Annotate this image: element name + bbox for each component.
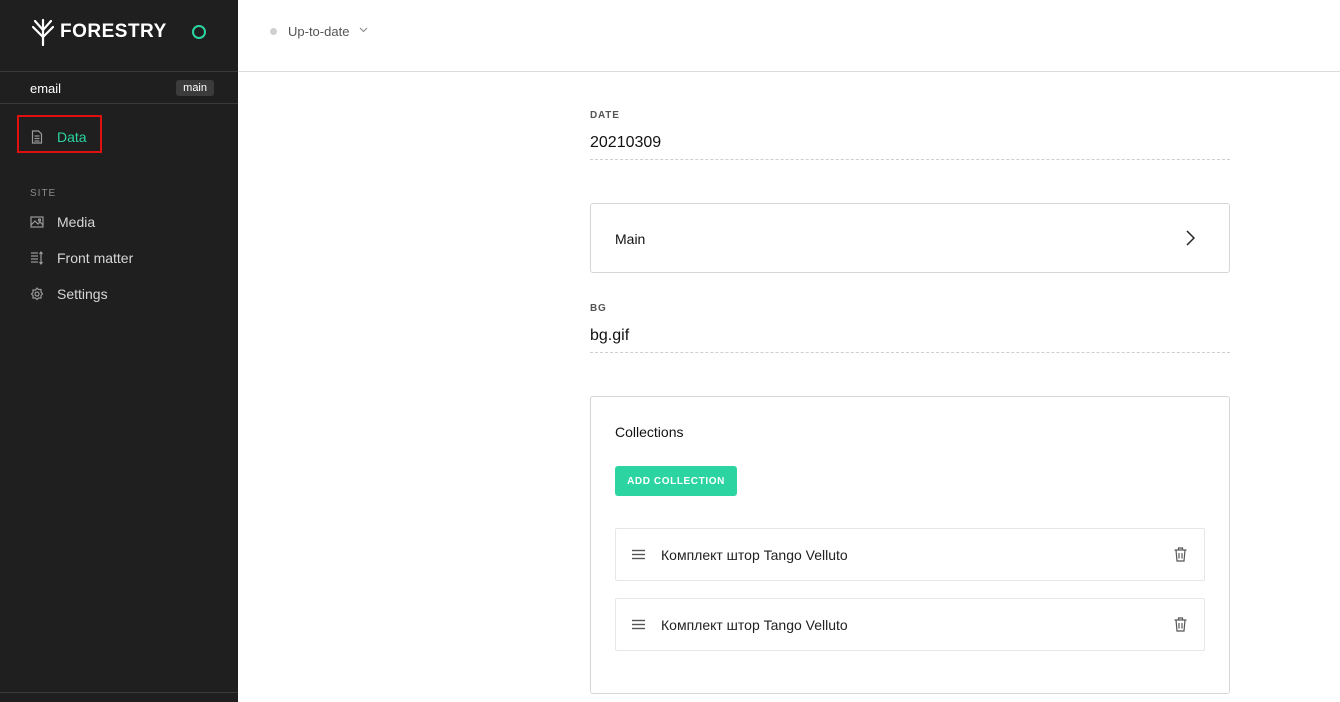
trash-icon[interactable] (1174, 617, 1187, 632)
collections-group: Collections ADD COLLECTION Комплект штор… (590, 396, 1230, 694)
forestry-logo[interactable]: FORESTRY (30, 18, 167, 46)
bg-label: BG (590, 303, 607, 314)
divider (0, 103, 238, 104)
divider (0, 692, 238, 693)
forestry-tree-icon (31, 18, 55, 46)
connection-status-icon[interactable] (192, 25, 206, 39)
sidebar-item-label: Media (57, 214, 96, 230)
sidebar-item-label: Data (57, 129, 87, 145)
document-icon (30, 130, 44, 144)
list-item-label: Комплект штор Tango Velluto (661, 547, 848, 563)
sidebar-item-label: Settings (57, 286, 108, 302)
trash-icon[interactable] (1174, 547, 1187, 562)
chevron-right-icon (1186, 230, 1195, 246)
section-label-site: SITE (30, 188, 57, 199)
sync-status-dropdown[interactable]: Up-to-date (288, 24, 349, 39)
sidebar-item-label: Front matter (57, 250, 134, 266)
sidebar-item-front-matter[interactable]: Front matter (30, 248, 133, 268)
date-field[interactable]: 20210309 (590, 134, 1230, 160)
image-icon (30, 215, 44, 229)
brand-name: FORESTRY (60, 21, 167, 42)
collections-title: Collections (615, 424, 684, 440)
add-collection-button[interactable]: ADD COLLECTION (615, 466, 737, 496)
main-group-label: Main (615, 231, 646, 247)
list-item-label: Комплект штор Tango Velluto (661, 617, 848, 633)
chevron-down-icon[interactable] (359, 27, 368, 33)
bg-field[interactable]: bg.gif (590, 327, 1230, 353)
sidebar-item-media[interactable]: Media (30, 212, 95, 232)
sidebar-item-settings[interactable]: Settings (30, 284, 108, 304)
branch-badge: main (176, 80, 214, 96)
drag-handle-icon[interactable] (632, 549, 645, 560)
divider (0, 71, 238, 72)
site-selector[interactable]: email main (30, 80, 214, 96)
main-group-field[interactable]: Main (590, 203, 1230, 273)
drag-handle-icon[interactable] (632, 619, 645, 630)
sync-status-dot (270, 28, 277, 35)
top-bar: Up-to-date (238, 0, 1340, 72)
date-label: DATE (590, 110, 620, 121)
list-item[interactable]: Комплект штор Tango Velluto (615, 528, 1205, 581)
gear-icon (30, 287, 44, 301)
site-name: email (30, 80, 62, 96)
sidebar-item-data[interactable]: Data (30, 127, 87, 147)
front-matter-icon (30, 251, 44, 265)
list-item[interactable]: Комплект штор Tango Velluto (615, 598, 1205, 651)
sidebar: FORESTRY email main Data SITE Media Fron… (0, 0, 238, 702)
